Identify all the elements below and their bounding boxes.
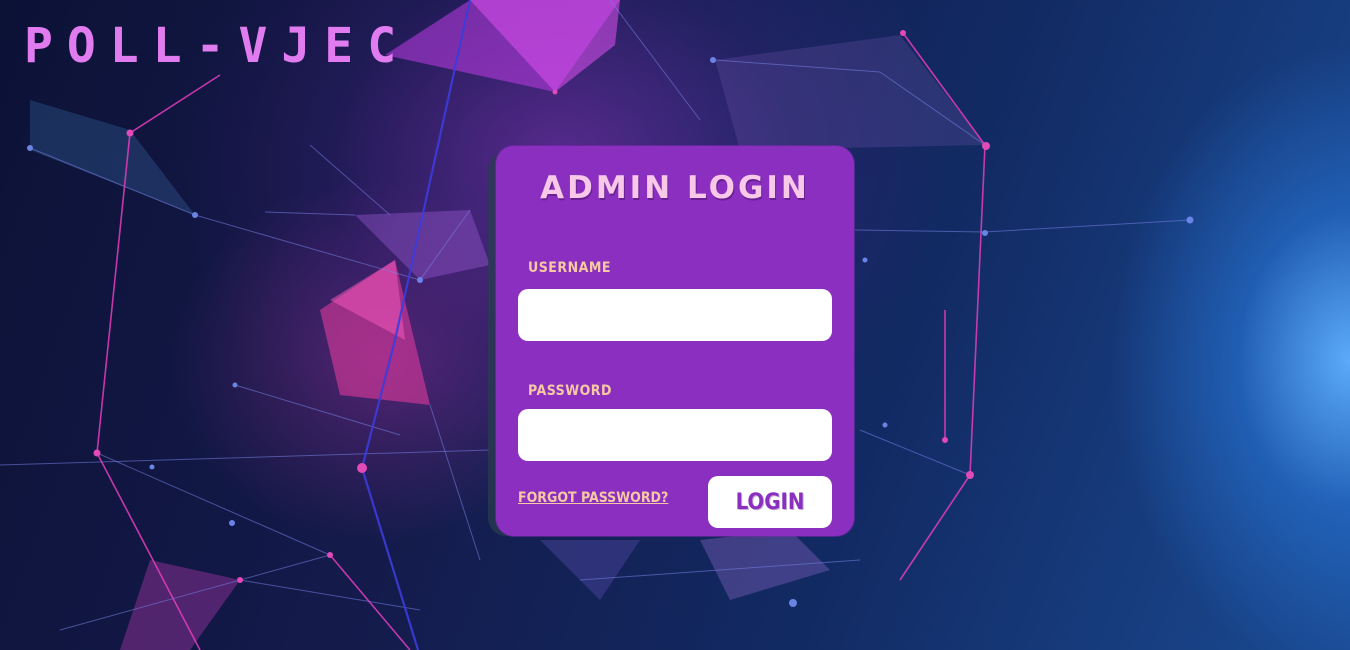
forgot-password-link[interactable]: FORGOT PASSWORD? <box>518 490 668 506</box>
login-button[interactable]: LOGIN <box>708 476 832 528</box>
username-label: USERNAME <box>528 260 612 276</box>
login-card-title: ADMIN LOGIN <box>540 170 810 206</box>
username-input[interactable] <box>518 289 832 341</box>
password-input[interactable] <box>518 409 832 461</box>
admin-login-card: ADMIN LOGIN USERNAME PASSWORD FORGOT PAS… <box>496 146 854 536</box>
app-brand-title: POLL-VJEC <box>24 18 411 74</box>
password-label: PASSWORD <box>528 383 612 399</box>
